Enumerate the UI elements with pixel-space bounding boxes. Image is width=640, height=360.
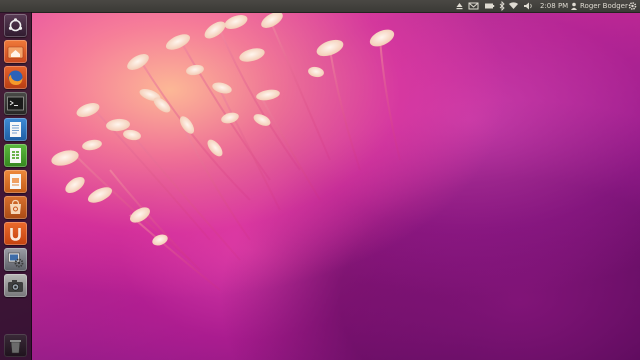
ubuntu-software-icon[interactable] [4, 196, 27, 219]
flower-stamens [51, 12, 401, 291]
mail-icon[interactable] [468, 0, 479, 12]
ubuntu-one-icon[interactable] [4, 222, 27, 245]
camera-icon[interactable] [4, 274, 27, 297]
user-icon[interactable] [570, 0, 578, 12]
impress-icon[interactable] [4, 170, 27, 193]
gear-icon[interactable] [627, 0, 638, 12]
launcher [0, 12, 32, 360]
terminal-icon[interactable] [4, 92, 27, 115]
desktop-wallpaper [0, 0, 640, 360]
system-settings-icon[interactable] [4, 248, 27, 271]
user-name[interactable]: Roger Bodger [580, 0, 628, 12]
battery-icon[interactable] [484, 0, 495, 12]
wifi-icon[interactable] [508, 0, 519, 12]
bluetooth-icon[interactable] [498, 0, 506, 12]
top-panel: 2:08 PM Roger Bodger [0, 0, 640, 13]
eject-icon[interactable] [455, 0, 464, 12]
firefox-icon[interactable] [4, 66, 27, 89]
writer-icon[interactable] [4, 118, 27, 141]
volume-icon[interactable] [523, 0, 533, 12]
ubuntu-logo-icon[interactable] [4, 14, 27, 37]
home-folder-icon[interactable] [4, 40, 27, 63]
trash-icon[interactable] [4, 334, 27, 357]
clock[interactable]: 2:08 PM [540, 0, 568, 12]
calc-icon[interactable] [4, 144, 27, 167]
